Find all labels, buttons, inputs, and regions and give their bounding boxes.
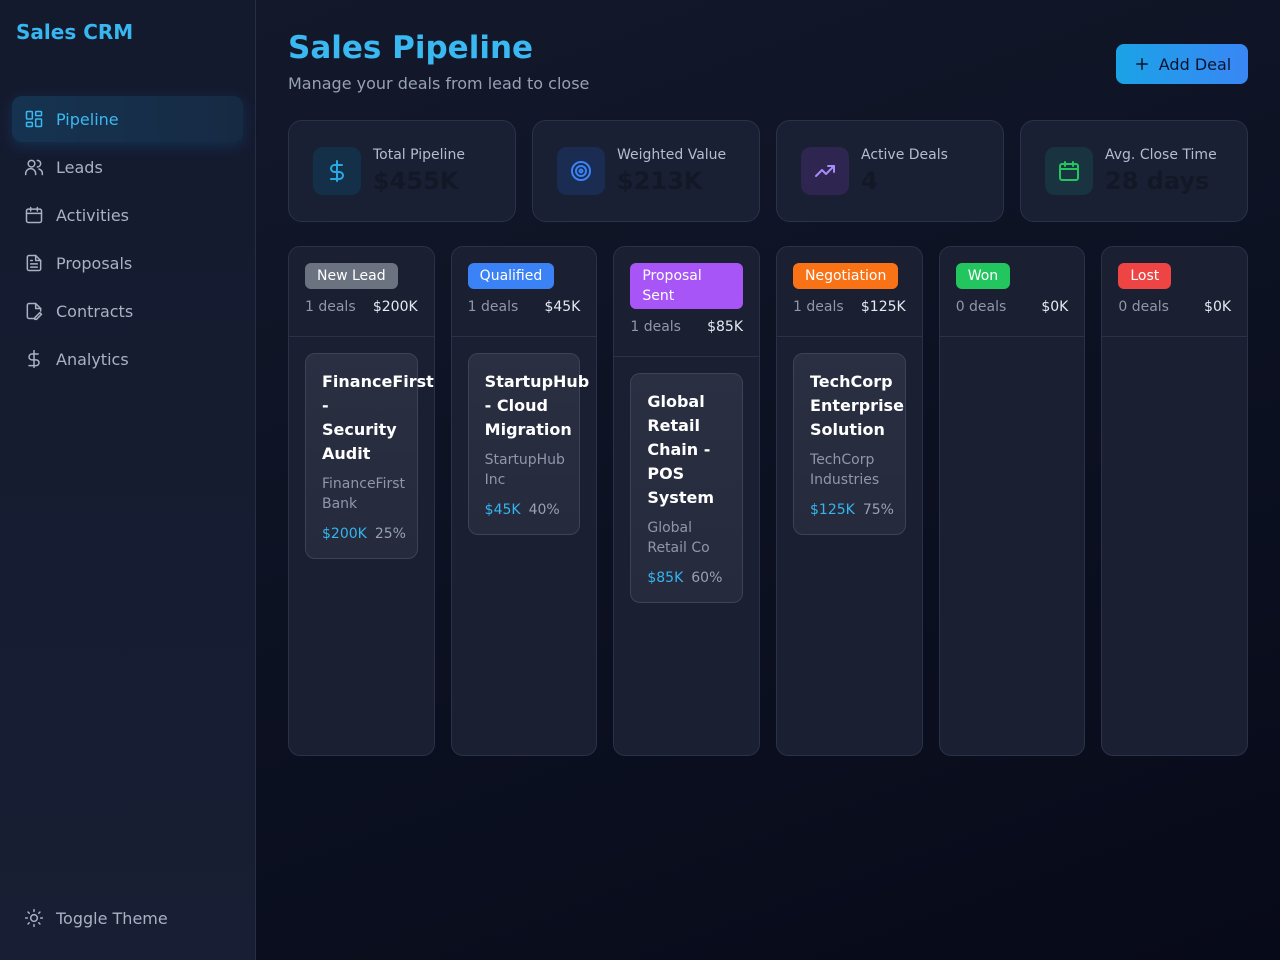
file-edit-icon bbox=[24, 301, 44, 321]
column-proposal-sent: Proposal Sent 1 deals $85K Global Retail… bbox=[613, 246, 761, 756]
column-header: Lost 0 deals $0K bbox=[1102, 247, 1248, 337]
deal-count: 1 deals bbox=[467, 299, 519, 315]
deal-card[interactable]: StartupHub - Cloud Migration StartupHub … bbox=[467, 353, 590, 535]
document-icon bbox=[24, 253, 44, 273]
stat-card-weighted-value: Weighted Value $213K bbox=[532, 120, 760, 222]
brand-title: Sales CRM bbox=[16, 20, 134, 44]
deal-value: $200K bbox=[322, 526, 367, 542]
deal-count: 1 deals bbox=[630, 319, 681, 335]
stat-label: Total Pipeline bbox=[373, 147, 465, 163]
stage-badge: Lost bbox=[1118, 263, 1172, 289]
stat-value: $455K bbox=[373, 167, 459, 195]
sidebar-item-label: Leads bbox=[56, 157, 103, 177]
column-qualified: Qualified 1 deals $45K StartupHub - Clou… bbox=[450, 246, 598, 756]
stage-badge: Negotiation bbox=[793, 263, 899, 289]
sidebar-item-contracts[interactable]: Contracts bbox=[12, 288, 243, 334]
column-lost: Lost 0 deals $0K bbox=[1101, 246, 1249, 756]
stat-card-total-pipeline: Total Pipeline $455K bbox=[288, 120, 516, 222]
sidebar-item-pipeline[interactable]: Pipeline bbox=[12, 96, 243, 142]
deal-probability: 60% bbox=[691, 570, 723, 586]
column-header: Proposal Sent 1 deals $85K bbox=[614, 247, 760, 357]
stage-badge: Proposal Sent bbox=[630, 263, 744, 309]
sidebar-item-label: Contracts bbox=[56, 301, 134, 321]
deal-company: Global Retail Co bbox=[647, 520, 710, 556]
stat-label: Weighted Value bbox=[617, 147, 727, 163]
stats-row: Total Pipeline $455K Weighted Value $213… bbox=[288, 120, 1248, 222]
deal-card[interactable]: FinanceFirst - Security Audit FinanceFir… bbox=[305, 353, 434, 559]
toggle-theme-label: Toggle Theme bbox=[56, 908, 168, 928]
stage-total: $0K bbox=[1204, 299, 1232, 315]
column-won: Won 0 deals $0K bbox=[938, 246, 1086, 756]
trending-up-icon bbox=[801, 147, 849, 195]
stage-total: $125K bbox=[860, 299, 906, 315]
sidebar-item-analytics[interactable]: Analytics bbox=[12, 336, 243, 382]
deal-count: 0 deals bbox=[955, 299, 1007, 315]
column-header: Won 0 deals $0K bbox=[939, 247, 1085, 337]
stat-value: 4 bbox=[861, 167, 878, 195]
deal-value: $45K bbox=[484, 502, 521, 518]
toggle-theme-button[interactable]: Toggle Theme bbox=[24, 908, 168, 928]
sidebar: Sales CRM Pipeline Leads Activities Prop… bbox=[0, 0, 256, 960]
column-header: New Lead 1 deals $200K bbox=[289, 247, 434, 337]
target-icon bbox=[557, 147, 605, 195]
deal-company: FinanceFirst Bank bbox=[322, 476, 406, 512]
calendar-icon bbox=[1045, 147, 1093, 195]
deal-card[interactable]: TechCorp Enterprise Solution TechCorp In… bbox=[793, 353, 906, 535]
stat-card-active-deals: Active Deals 4 bbox=[776, 120, 1004, 222]
column-header: Qualified 1 deals $45K bbox=[451, 247, 597, 337]
sidebar-item-label: Proposals bbox=[56, 253, 133, 273]
sidebar-item-label: Pipeline bbox=[56, 109, 119, 129]
sidebar-nav: Pipeline Leads Activities Proposals Cont… bbox=[12, 96, 243, 384]
deal-title: TechCorp Enterprise Solution bbox=[810, 372, 904, 439]
page-title: Sales Pipeline bbox=[288, 30, 534, 66]
stage-badge: Won bbox=[955, 263, 1011, 289]
add-deal-button[interactable]: Add Deal bbox=[1116, 44, 1248, 84]
stage-total: $45K bbox=[544, 299, 581, 315]
deal-value: $125K bbox=[810, 502, 855, 518]
stage-badge: Qualified bbox=[467, 263, 555, 289]
stage-total: $0K bbox=[1041, 299, 1069, 315]
stat-value: 28 days bbox=[1105, 167, 1210, 195]
sidebar-item-activities[interactable]: Activities bbox=[12, 192, 243, 238]
stat-card-avg-close-time: Avg. Close Time 28 days bbox=[1020, 120, 1248, 222]
stage-badge: New Lead bbox=[305, 263, 398, 289]
deal-count: 1 deals bbox=[305, 299, 356, 315]
pipeline-board: New Lead 1 deals $200K FinanceFirst - Se… bbox=[288, 246, 1249, 756]
deal-company: StartupHub Inc bbox=[484, 452, 565, 488]
dollar-icon bbox=[24, 349, 44, 369]
deal-probability: 75% bbox=[862, 502, 894, 518]
sidebar-item-label: Activities bbox=[56, 205, 129, 225]
sidebar-item-label: Analytics bbox=[56, 349, 129, 369]
deal-title: StartupHub - Cloud Migration bbox=[484, 372, 590, 439]
dollar-icon bbox=[313, 147, 361, 195]
plus-icon bbox=[1133, 55, 1151, 73]
deal-title: FinanceFirst - Security Audit bbox=[322, 372, 434, 463]
stat-label: Active Deals bbox=[861, 147, 948, 163]
deal-value: $85K bbox=[647, 570, 684, 586]
add-deal-label: Add Deal bbox=[1158, 54, 1232, 74]
sidebar-item-proposals[interactable]: Proposals bbox=[12, 240, 243, 286]
deal-card[interactable]: Global Retail Chain - POS System Global … bbox=[630, 373, 744, 603]
sidebar-item-leads[interactable]: Leads bbox=[12, 144, 243, 190]
column-header: Negotiation 1 deals $125K bbox=[777, 247, 922, 337]
stat-value: $213K bbox=[617, 167, 703, 195]
calendar-icon bbox=[24, 205, 44, 225]
deal-title: Global Retail Chain - POS System bbox=[647, 392, 714, 507]
stage-total: $200K bbox=[372, 299, 418, 315]
column-new-lead: New Lead 1 deals $200K FinanceFirst - Se… bbox=[288, 246, 435, 756]
column-negotiation: Negotiation 1 deals $125K TechCorp Enter… bbox=[776, 246, 923, 756]
sun-icon bbox=[24, 908, 44, 928]
page-subtitle: Manage your deals from lead to close bbox=[288, 74, 590, 93]
deal-count: 0 deals bbox=[1118, 299, 1169, 315]
stat-label: Avg. Close Time bbox=[1105, 147, 1217, 163]
users-icon bbox=[24, 157, 44, 177]
dashboard-icon bbox=[24, 109, 44, 129]
deal-probability: 25% bbox=[374, 526, 406, 542]
deal-company: TechCorp Industries bbox=[810, 452, 880, 488]
deal-probability: 40% bbox=[528, 502, 560, 518]
stage-total: $85K bbox=[707, 319, 744, 335]
deal-count: 1 deals bbox=[793, 299, 844, 315]
